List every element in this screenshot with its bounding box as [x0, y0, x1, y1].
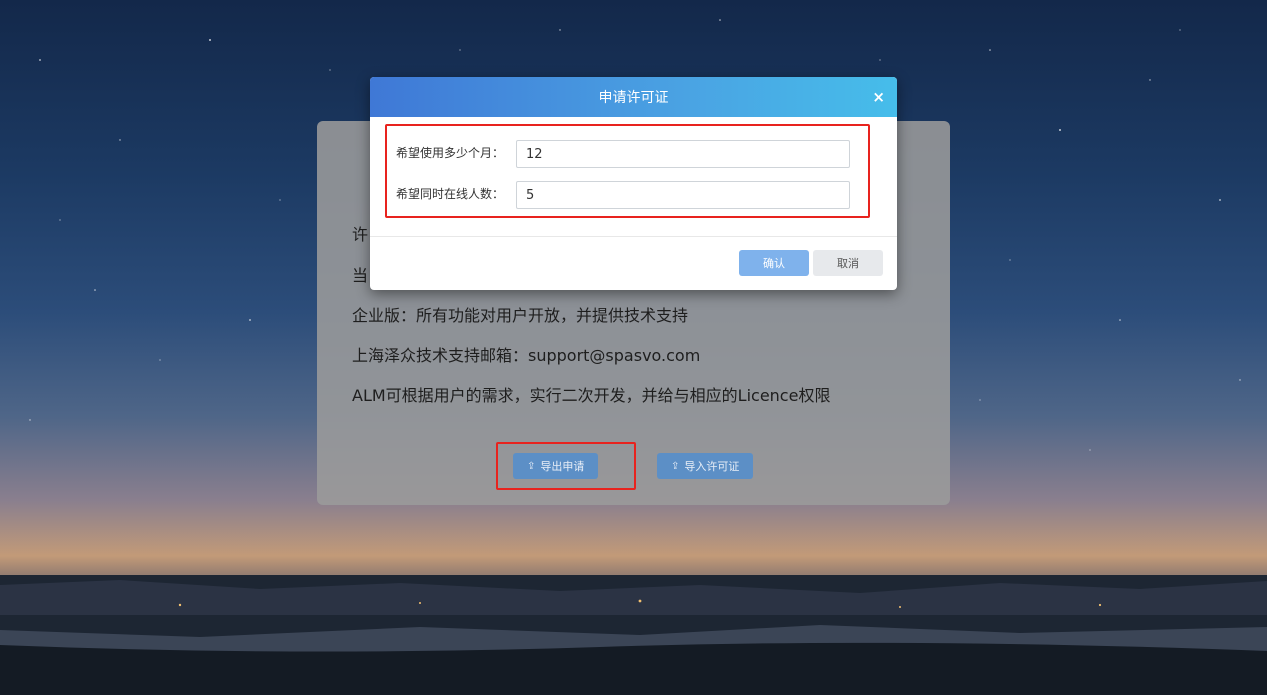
export-button-highlight: [496, 442, 636, 490]
import-license-label: 导入许可证: [684, 460, 740, 473]
dialog-title: 申请许可证: [598, 90, 669, 106]
license-info-line: 许可证信息: [352, 225, 368, 244]
dialog-header: 申请许可证 ×: [370, 77, 897, 117]
current-version-line: 当前版本: [352, 266, 368, 285]
enterprise-edition-line: 企业版：所有功能对用户开放，并提供技术支持: [352, 306, 689, 325]
custom-development-line: ALM可根据用户的需求，实行二次开发，并给与相应的Licence权限: [352, 386, 831, 405]
confirm-button[interactable]: 确认: [739, 250, 809, 276]
support-email-line: 上海泽众技术支持邮箱：support@spasvo.com: [352, 346, 701, 365]
close-icon[interactable]: ×: [872, 89, 885, 105]
lake-landscape: [0, 575, 1267, 695]
upload-icon: ⇪: [671, 460, 680, 472]
dialog-divider: [370, 236, 897, 237]
import-license-button[interactable]: ⇪ 导入许可证: [657, 453, 754, 479]
form-fields-highlight: [385, 124, 870, 218]
cancel-button[interactable]: 取消: [813, 250, 883, 276]
